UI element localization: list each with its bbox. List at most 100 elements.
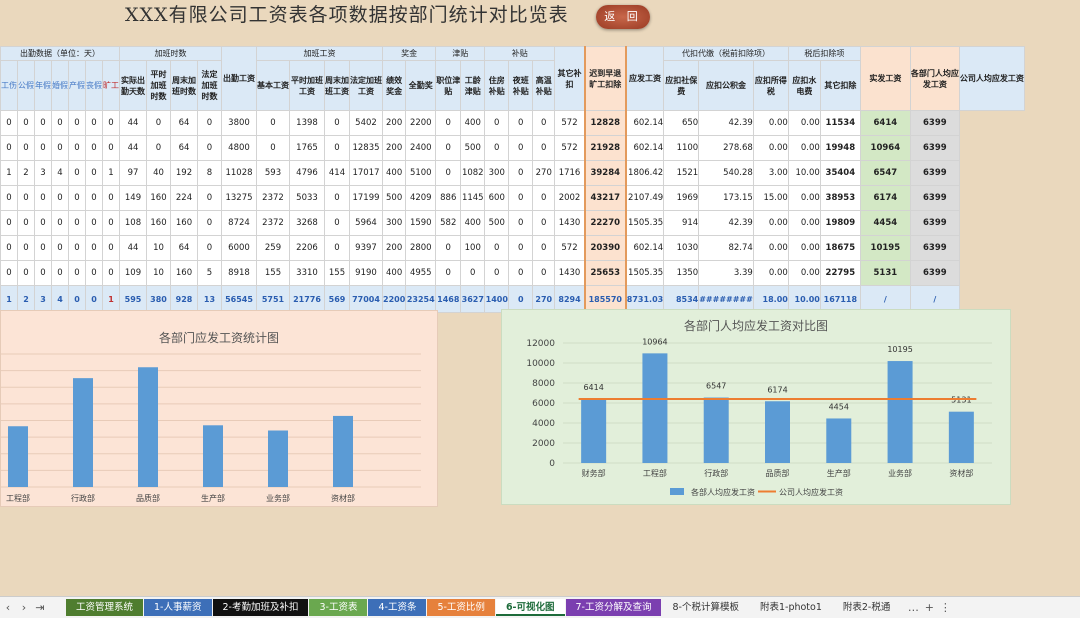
table-cell[interactable]: 108 (119, 210, 147, 236)
table-cell[interactable]: 0 (85, 260, 103, 286)
table-cell[interactable]: 886 (435, 185, 462, 211)
table-cell[interactable]: 300 (484, 160, 510, 186)
table-cell[interactable]: 2107.49 (625, 185, 665, 211)
table-cell[interactable]: 1430 (554, 210, 586, 236)
table-cell[interactable]: 0 (324, 110, 350, 136)
table-cell[interactable]: 0 (435, 160, 462, 186)
table-cell[interactable]: 0 (51, 235, 69, 261)
table-cell[interactable]: 0 (0, 260, 18, 286)
table-cell[interactable]: 400 (381, 160, 407, 186)
table-cell[interactable]: 0 (34, 210, 52, 236)
table-cell[interactable]: 42.39 (698, 210, 754, 236)
table-cell[interactable]: 12828 (583, 110, 627, 136)
table-cell[interactable]: 160 (170, 260, 198, 286)
table-cell[interactable]: 0 (34, 110, 52, 136)
table-cell[interactable]: 1 (0, 285, 18, 313)
tab-menu-icon[interactable]: ⋮ (937, 601, 953, 614)
table-cell[interactable]: 21928 (583, 135, 627, 161)
table-cell[interactable]: 3.00 (752, 160, 789, 186)
table-cell[interactable]: 0.00 (787, 210, 821, 236)
table-cell[interactable]: 1505.35 (625, 260, 665, 286)
table-cell[interactable]: 0 (460, 260, 486, 286)
sheet-tab[interactable]: 8-个税计算模板 (662, 599, 748, 616)
table-cell[interactable]: 4796 (289, 160, 325, 186)
table-cell[interactable]: 2800 (405, 235, 437, 261)
table-cell[interactable]: 0 (17, 135, 35, 161)
table-cell[interactable]: 500 (381, 185, 407, 211)
table-cell[interactable]: 3310 (289, 260, 325, 286)
table-cell[interactable]: 1398 (289, 110, 325, 136)
table-cell[interactable]: 0 (102, 235, 120, 261)
table-cell[interactable]: 6399 (909, 160, 960, 186)
last-sheet-icon[interactable]: ⇥ (32, 601, 48, 614)
table-cell[interactable]: 15.00 (752, 185, 789, 211)
table-cell[interactable]: 6399 (909, 260, 960, 286)
table-cell[interactable]: 270 (532, 160, 556, 186)
table-cell[interactable]: 10 (146, 235, 171, 261)
table-cell[interactable]: 1430 (554, 260, 586, 286)
table-cell[interactable]: 19809 (819, 210, 861, 236)
table-cell[interactable]: 0 (146, 135, 171, 161)
table-cell[interactable]: 572 (554, 110, 586, 136)
table-cell[interactable]: 0 (102, 135, 120, 161)
table-cell[interactable]: 400 (460, 210, 486, 236)
table-cell[interactable]: 6399 (909, 235, 960, 261)
table-cell[interactable]: 0 (68, 110, 86, 136)
table-cell[interactable]: 13 (197, 285, 222, 313)
table-cell[interactable]: 0 (68, 210, 86, 236)
table-cell[interactable]: 0.00 (752, 110, 789, 136)
table-cell[interactable]: 6399 (909, 185, 960, 211)
prev-sheet-icon[interactable]: ‹ (0, 601, 16, 614)
table-cell[interactable]: 0 (256, 135, 290, 161)
table-cell[interactable]: 582 (435, 210, 462, 236)
table-cell[interactable]: 64 (170, 135, 198, 161)
table-cell[interactable]: 1 (0, 160, 18, 186)
table-cell[interactable]: 173.15 (698, 185, 754, 211)
table-cell[interactable]: 0.00 (752, 260, 789, 286)
table-cell[interactable]: 8918 (221, 260, 257, 286)
table-cell[interactable]: 20390 (583, 235, 627, 261)
table-cell[interactable]: 0 (85, 185, 103, 211)
table-cell[interactable]: 192 (170, 160, 198, 186)
table-cell[interactable]: 2206 (289, 235, 325, 261)
table-cell[interactable]: 0 (508, 260, 534, 286)
table-cell[interactable]: 0 (68, 285, 86, 313)
more-sheets-icon[interactable]: … (905, 601, 921, 614)
table-cell[interactable]: 38953 (819, 185, 861, 211)
table-cell[interactable]: 149 (119, 185, 147, 211)
sheet-tab[interactable]: 附表2-税通 (833, 599, 900, 616)
table-cell[interactable]: 4 (51, 160, 69, 186)
table-cell[interactable]: 595 (119, 285, 147, 313)
table-cell[interactable]: 0 (508, 135, 534, 161)
sheet-tab[interactable]: 2-考勤加班及补扣 (212, 599, 309, 616)
table-cell[interactable]: 0 (484, 260, 510, 286)
table-cell[interactable]: 2002 (554, 185, 586, 211)
table-cell[interactable]: 0 (0, 135, 18, 161)
table-cell[interactable]: 56545 (221, 285, 257, 313)
table-cell[interactable]: 0 (508, 235, 534, 261)
table-cell[interactable]: 44 (119, 110, 147, 136)
table-cell[interactable]: 3800 (221, 110, 257, 136)
table-cell[interactable]: 1100 (663, 135, 700, 161)
table-cell[interactable]: 5100 (405, 160, 437, 186)
table-cell[interactable]: 1 (102, 285, 120, 313)
table-cell[interactable]: 0 (435, 260, 462, 286)
table-cell[interactable]: 42.39 (698, 110, 754, 136)
table-cell[interactable]: 82.74 (698, 235, 754, 261)
table-cell[interactable]: 650 (663, 110, 700, 136)
table-cell[interactable]: 6399 (909, 135, 960, 161)
table-cell[interactable]: 0 (508, 110, 534, 136)
table-cell[interactable]: 0.00 (787, 110, 821, 136)
table-cell[interactable]: 500 (460, 135, 486, 161)
table-cell[interactable]: 0 (102, 210, 120, 236)
table-cell[interactable]: 1521 (663, 160, 700, 186)
table-cell[interactable]: 9190 (349, 260, 383, 286)
table-cell[interactable]: 602.14 (625, 135, 665, 161)
table-cell[interactable]: 2400 (405, 135, 437, 161)
table-cell[interactable]: 160 (146, 210, 171, 236)
table-cell[interactable]: 3627 (460, 285, 486, 313)
table-cell[interactable]: 0.00 (752, 135, 789, 161)
table-cell[interactable]: 0 (68, 135, 86, 161)
table-cell[interactable]: 160 (170, 210, 198, 236)
table-cell[interactable]: 2 (17, 285, 35, 313)
